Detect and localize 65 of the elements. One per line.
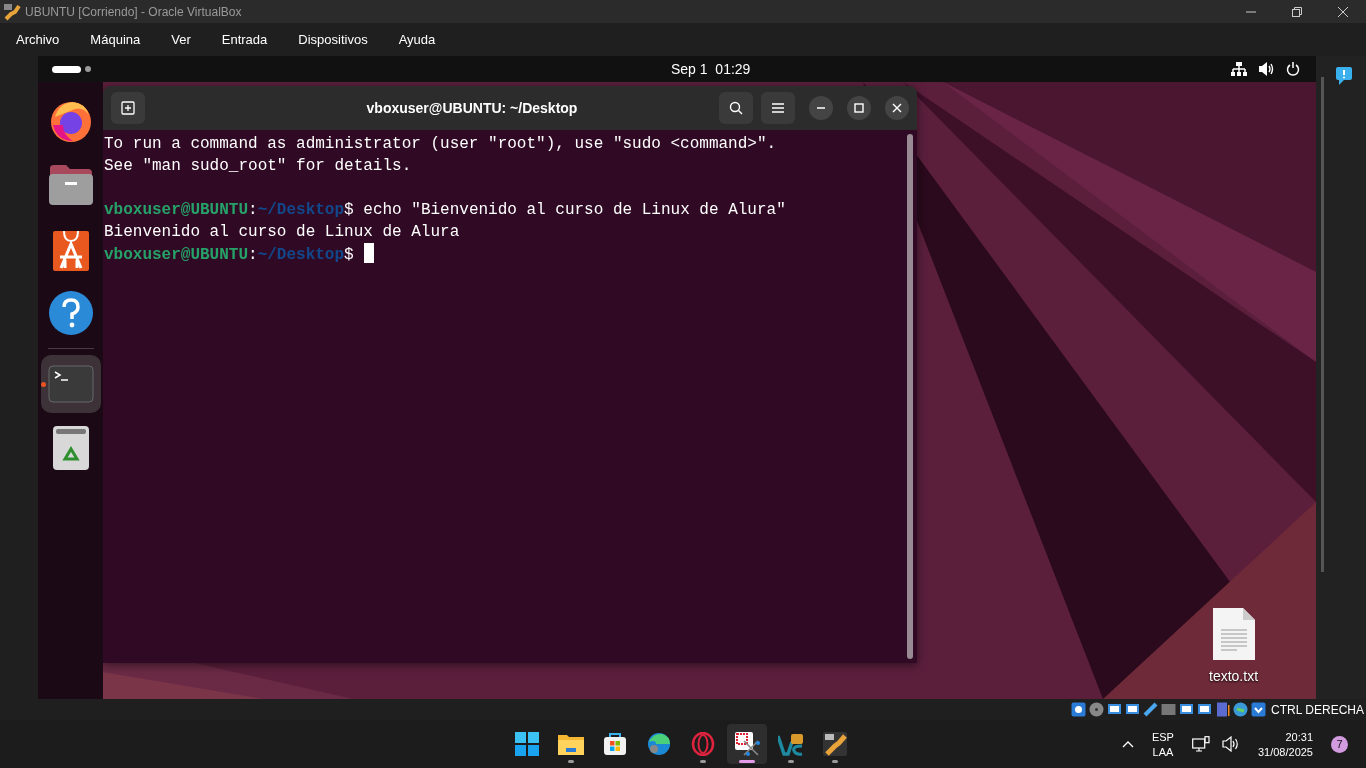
terminal-icon [47, 365, 94, 403]
prompt-path: ~/Desktop [257, 246, 345, 264]
speaker-icon[interactable] [1259, 62, 1274, 76]
speaker-icon[interactable] [1221, 736, 1240, 752]
scissors-icon [734, 731, 760, 757]
menu-button[interactable] [761, 92, 795, 124]
close-icon [1338, 6, 1348, 17]
optical-icon[interactable] [1089, 702, 1105, 717]
menu-icon [772, 103, 784, 113]
workspace-indicator[interactable] [52, 65, 91, 73]
new-tab-icon [121, 101, 135, 115]
terminal-title: vboxuser@UBUNTU: ~/Desktop [365, 100, 579, 116]
minimize-button[interactable] [809, 96, 833, 120]
help-icon [47, 290, 94, 336]
prompt-symbol: $ [344, 246, 354, 264]
clock[interactable]: Sep 1 01:29 [671, 61, 751, 77]
window-title: UBUNTU [Corriendo] - Oracle VirtualBox [25, 4, 242, 19]
swirl-icon [647, 732, 671, 756]
close-button[interactable] [885, 96, 909, 120]
start-icon [515, 732, 539, 756]
keyboard-layout[interactable]: LAA [1152, 745, 1174, 758]
menu-item[interactable]: Archivo [16, 32, 60, 47]
document-icon [1210, 606, 1257, 662]
fox-globe-icon [48, 99, 93, 143]
command-text: echo "Bienvenido al curso de Linux de Alura" [362, 201, 786, 219]
output-line: See "man sudo_root" for details. [104, 156, 413, 177]
app-logo-icon [3, 2, 21, 21]
taskbar-app[interactable] [727, 724, 767, 764]
maximize-icon [854, 103, 864, 113]
output-line: To run a command as administrator (user "root"), use "sudo <command>". [104, 134, 778, 155]
maximize-button[interactable] [847, 96, 871, 120]
power-icon[interactable] [1286, 62, 1300, 76]
file-label[interactable]: texto.txt [1209, 668, 1259, 684]
vs-icon [778, 732, 804, 756]
menu-item[interactable]: Entrada [221, 32, 268, 47]
notification-badge[interactable]: 7 [1331, 735, 1348, 753]
prompt-separator: : [248, 246, 258, 264]
close-icon [892, 103, 902, 113]
prompt-user: vboxuser@UBUNTU [104, 246, 249, 264]
app-logo-icon [823, 732, 847, 756]
chevron-icon[interactable] [1121, 740, 1134, 748]
scrollbar[interactable] [907, 134, 913, 659]
clock-time[interactable]: 20:31 [1285, 730, 1313, 743]
notification-icon[interactable] [1336, 67, 1352, 85]
new-tab-button[interactable] [111, 92, 145, 124]
clock-date[interactable]: 31/08/2025 [1257, 745, 1313, 758]
restore-icon [1292, 6, 1302, 17]
menu-item[interactable]: Máquina [90, 32, 141, 47]
search-button[interactable] [719, 92, 753, 124]
prompt-user: vboxuser@UBUNTU [104, 201, 249, 219]
menu-item[interactable]: Dispositivos [298, 32, 368, 47]
search-icon [729, 101, 743, 115]
prompt-separator: : [248, 201, 258, 219]
output-line: Bienvenido al curso de Linux de Alura [104, 222, 461, 243]
prompt-path: ~/Desktop [257, 201, 345, 219]
ring-icon [691, 732, 715, 756]
menu-item[interactable]: Ver [171, 32, 191, 47]
bag-icon [603, 732, 627, 756]
display-icon[interactable] [1179, 702, 1195, 717]
recycle-bin-icon [51, 425, 90, 471]
prompt-symbol: $ [344, 201, 354, 219]
keyboard-icon[interactable] [1251, 702, 1267, 717]
language-code[interactable]: ESP [1151, 730, 1174, 743]
menu-item[interactable]: Ayuda [398, 32, 436, 47]
host-key-label: CTRL DERECHA [1271, 702, 1364, 717]
